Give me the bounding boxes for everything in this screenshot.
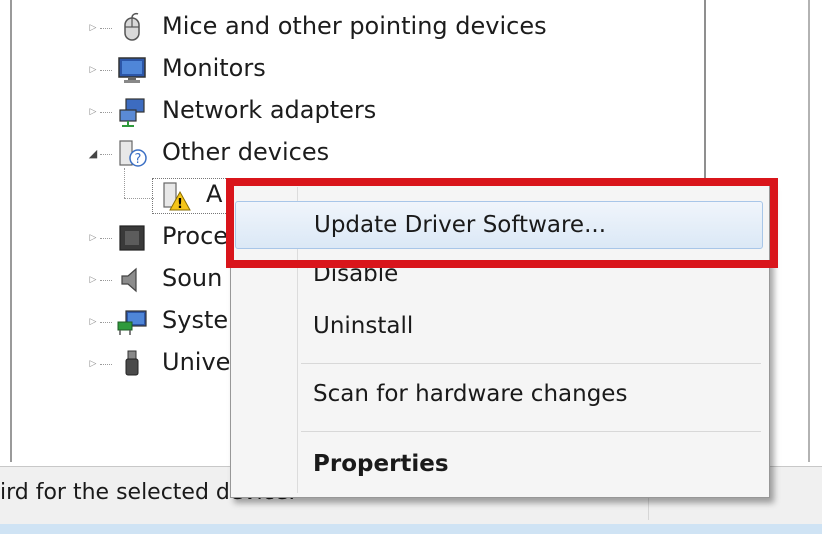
tree-connector <box>100 280 112 281</box>
expand-arrow-icon[interactable]: ▷ <box>88 359 98 369</box>
unknown-device-warning-icon: ! <box>163 182 191 212</box>
menu-item-uninstall[interactable]: Uninstall <box>235 303 763 351</box>
tree-connector <box>100 112 112 113</box>
menu-item-disable[interactable]: Disable <box>235 251 763 299</box>
tree-item-label: Network adapters <box>162 96 377 124</box>
svg-text:?: ? <box>135 152 142 167</box>
tree-item-label: Monitors <box>162 54 266 82</box>
tree-connector <box>100 238 112 239</box>
device-manager-window: ▷ Mice and other pointing devices ▷ Moni… <box>0 0 822 534</box>
tree-item-label: Proce <box>162 222 229 250</box>
usb-icon <box>125 350 139 376</box>
menu-separator <box>301 363 761 364</box>
tree-item-label: Soun <box>162 264 223 292</box>
tree-right-border <box>704 0 706 180</box>
svg-text:!: ! <box>177 197 183 212</box>
taskbar-strip <box>0 524 822 534</box>
menu-separator <box>301 431 761 432</box>
tree-connector <box>100 322 112 323</box>
expand-arrow-icon[interactable]: ▷ <box>88 107 98 117</box>
window-right-border <box>808 0 810 462</box>
tree-item-network-adapters[interactable]: ▷ Network adapters <box>0 92 700 132</box>
mouse-icon <box>124 12 140 41</box>
tree-item-label: A <box>206 180 223 208</box>
tree-connector <box>100 364 112 365</box>
system-devices-icon <box>117 310 147 335</box>
expand-arrow-icon[interactable]: ▷ <box>88 233 98 243</box>
expand-arrow-icon[interactable]: ▷ <box>88 317 98 327</box>
context-menu: Update Driver Software... Disable Uninst… <box>230 184 770 498</box>
tree-item-label: Mice and other pointing devices <box>162 12 547 40</box>
tree-item-other-devices[interactable]: ◢ ? Other devices <box>0 134 700 174</box>
tree-connector <box>100 70 112 71</box>
speaker-icon <box>121 267 137 293</box>
monitor-icon <box>118 57 146 83</box>
tree-item-label: Unive <box>162 348 231 376</box>
tree-item-mice[interactable]: ▷ Mice and other pointing devices <box>0 8 700 48</box>
tree-connector <box>100 28 112 29</box>
expand-arrow-icon[interactable]: ▷ <box>88 275 98 285</box>
processor-icon <box>119 225 145 251</box>
menu-item-label: Properties <box>313 451 449 477</box>
tree-item-label: Other devices <box>162 138 330 166</box>
collapse-arrow-icon[interactable]: ◢ <box>88 148 98 159</box>
menu-item-label: Disable <box>313 261 399 287</box>
menu-item-label: Update Driver Software... <box>314 212 607 238</box>
tree-connector <box>100 154 112 155</box>
menu-item-update-driver[interactable]: Update Driver Software... <box>235 201 763 249</box>
tree-item-label: Syste <box>162 306 229 334</box>
menu-item-label: Scan for hardware changes <box>313 381 628 407</box>
expand-arrow-icon[interactable]: ▷ <box>88 23 98 33</box>
tree-item-monitors[interactable]: ▷ Monitors <box>0 50 700 90</box>
menu-item-label: Uninstall <box>313 313 414 339</box>
menu-item-scan-hardware[interactable]: Scan for hardware changes <box>235 371 763 419</box>
network-adapter-icon <box>119 98 145 127</box>
other-devices-icon: ? <box>119 140 147 167</box>
menu-item-properties[interactable]: Properties <box>235 441 763 489</box>
expand-arrow-icon[interactable]: ▷ <box>88 65 98 75</box>
